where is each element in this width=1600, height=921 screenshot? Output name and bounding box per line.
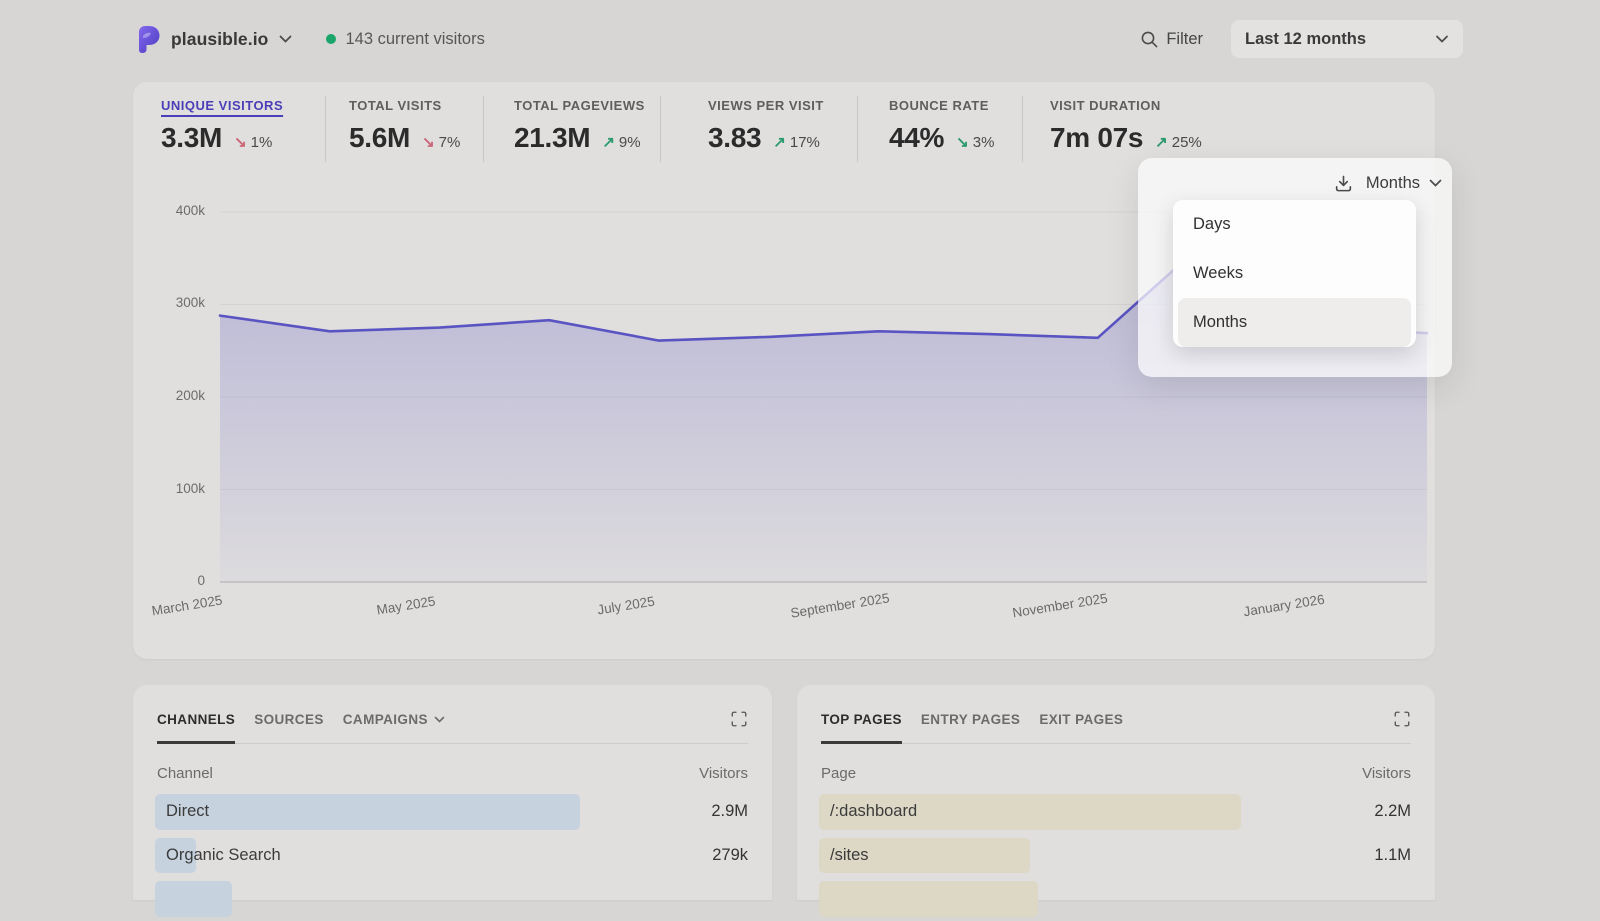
- interval-selected: Months: [1366, 174, 1420, 193]
- live-dot-icon: [326, 34, 336, 44]
- tab-exit-pages[interactable]: EXIT PAGES: [1039, 712, 1123, 743]
- column-visitors: Visitors: [699, 765, 748, 782]
- menu-item-weeks[interactable]: Weeks: [1173, 249, 1416, 298]
- tab-campaigns[interactable]: CAMPAIGNS: [343, 712, 445, 743]
- interval-dropdown-button[interactable]: Months: [1366, 174, 1442, 193]
- menu-item-months[interactable]: Months: [1178, 298, 1411, 347]
- pages-panel: TOP PAGES ENTRY PAGES EXIT PAGES Page Vi…: [797, 685, 1435, 900]
- channels-rows: Direct 2.9M Organic Search 279k: [157, 790, 748, 921]
- y-axis-tick: 400k: [151, 203, 205, 218]
- analytics-main-panel: UNIQUE VISITORS 3.3M ↘ 1% TOTAL VISITS 5…: [133, 82, 1435, 659]
- table-row[interactable]: [157, 877, 748, 921]
- column-page: Page: [821, 765, 856, 782]
- menu-item-days[interactable]: Days: [1173, 200, 1416, 249]
- column-channel: Channel: [157, 765, 213, 782]
- tab-top-pages[interactable]: TOP PAGES: [821, 712, 902, 743]
- current-visitors[interactable]: 143 current visitors: [326, 30, 484, 49]
- table-row[interactable]: /sites 1.1M: [821, 834, 1411, 878]
- pages-table-header: Page Visitors: [821, 765, 1411, 782]
- fullscreen-icon: [1393, 710, 1411, 728]
- table-row[interactable]: Organic Search 279k: [157, 834, 748, 878]
- row-bar: [155, 794, 580, 830]
- chevron-down-icon: [434, 716, 445, 723]
- date-range-picker[interactable]: Last 12 months: [1231, 20, 1463, 58]
- tab-entry-pages[interactable]: ENTRY PAGES: [921, 712, 1020, 743]
- channels-table-header: Channel Visitors: [157, 765, 748, 782]
- table-row[interactable]: Direct 2.9M: [157, 790, 748, 834]
- top-bar-right: Filter Last 12 months: [1140, 20, 1463, 58]
- expand-button[interactable]: [730, 710, 748, 728]
- filter-label: Filter: [1166, 30, 1203, 49]
- y-axis-tick: 300k: [151, 295, 205, 310]
- current-visitors-label: 143 current visitors: [345, 30, 484, 49]
- y-axis-tick: 0: [151, 573, 205, 588]
- site-name[interactable]: plausible.io: [171, 29, 268, 50]
- pages-rows: /:dashboard 2.2M /sites 1.1M: [821, 790, 1411, 921]
- filter-button[interactable]: Filter: [1140, 30, 1203, 49]
- fullscreen-icon: [730, 710, 748, 728]
- pages-tabs: TOP PAGES ENTRY PAGES EXIT PAGES: [821, 685, 1411, 744]
- search-icon: [1140, 30, 1158, 48]
- tab-sources[interactable]: SOURCES: [254, 712, 324, 743]
- download-button[interactable]: [1334, 174, 1353, 193]
- date-range-value: Last 12 months: [1245, 30, 1366, 49]
- download-icon: [1334, 174, 1353, 193]
- site-switcher-chevron-down-icon[interactable]: [279, 35, 292, 43]
- interval-control: Months: [1334, 167, 1442, 199]
- tab-channels[interactable]: CHANNELS: [157, 712, 235, 743]
- channels-tabs: CHANNELS SOURCES CAMPAIGNS: [157, 685, 748, 744]
- expand-button[interactable]: [1393, 710, 1411, 728]
- chevron-down-icon: [1429, 179, 1442, 187]
- top-bar: plausible.io 143 current visitors Filter…: [137, 0, 1463, 78]
- row-bar: [819, 881, 1038, 917]
- chevron-down-icon: [1435, 35, 1449, 44]
- interval-dropdown-menu: Days Weeks Months: [1173, 200, 1416, 347]
- y-axis-tick: 200k: [151, 388, 205, 403]
- plausible-logo-icon: [137, 26, 160, 53]
- table-row[interactable]: /:dashboard 2.2M: [821, 790, 1411, 834]
- column-visitors: Visitors: [1362, 765, 1411, 782]
- channels-panel: CHANNELS SOURCES CAMPAIGNS Channel Visit…: [133, 685, 772, 900]
- row-bar: [155, 881, 232, 917]
- table-row[interactable]: [821, 877, 1411, 921]
- y-axis-tick: 100k: [151, 481, 205, 496]
